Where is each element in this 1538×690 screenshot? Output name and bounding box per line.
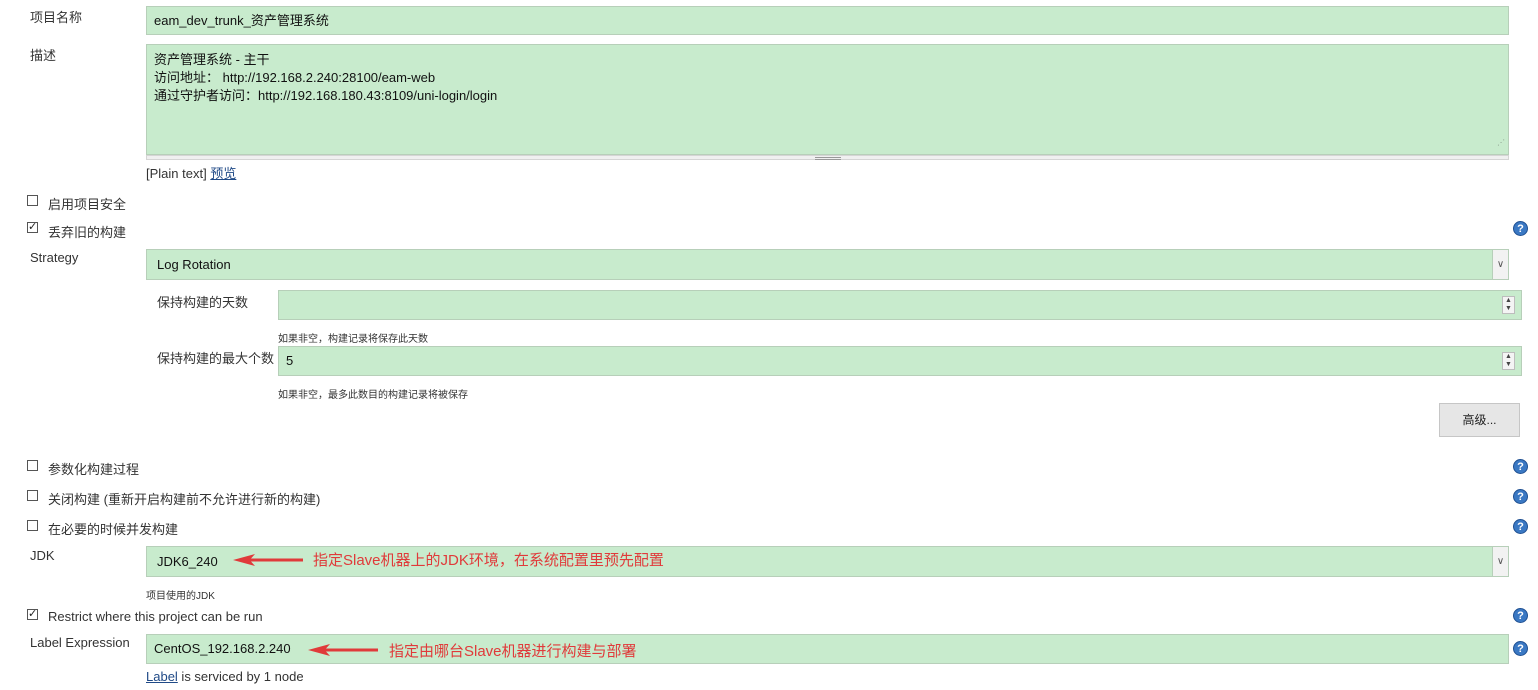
jdk-hint: 项目使用的JDK bbox=[146, 591, 215, 602]
description-line: 资产管理系统 - 主干 bbox=[154, 52, 270, 67]
description-textarea[interactable]: 资产管理系统 - 主干 访问地址： http://192.168.2.240:2… bbox=[146, 44, 1509, 155]
preview-link[interactable]: 预览 bbox=[210, 166, 236, 181]
discard-old-label: 丢弃旧的构建 bbox=[48, 225, 127, 240]
strategy-select[interactable]: Log Rotation ∨ bbox=[146, 249, 1509, 280]
max-builds-value: 5 bbox=[286, 353, 294, 368]
project-name-input[interactable]: eam_dev_trunk_资产管理系统 bbox=[146, 6, 1509, 35]
help-icon[interactable]: ? bbox=[1513, 489, 1528, 504]
resize-grip-icon[interactable]: ⋰ bbox=[1497, 134, 1505, 152]
disable-build-checkbox[interactable] bbox=[27, 490, 38, 501]
chevron-down-icon[interactable]: ∨ bbox=[1492, 547, 1508, 576]
restrict-label: Restrict where this project can be run bbox=[48, 609, 263, 624]
help-icon[interactable]: ? bbox=[1513, 608, 1528, 623]
concurrent-build-label: 在必要的时候并发构建 bbox=[48, 522, 179, 537]
plain-text-label: [Plain text] bbox=[146, 166, 207, 181]
help-icon[interactable]: ? bbox=[1513, 519, 1528, 534]
textarea-resize-bar[interactable] bbox=[146, 155, 1509, 160]
label-link[interactable]: Label bbox=[146, 669, 178, 684]
max-builds-label: 保持构建的最大个数 bbox=[157, 351, 275, 366]
description-line: 访问地址： http://192.168.2.240:28100/eam-web bbox=[154, 70, 436, 85]
discard-old-checkbox[interactable]: ✓ bbox=[27, 222, 38, 233]
restrict-checkbox[interactable]: ✓ bbox=[27, 609, 38, 620]
description-label: 描述 bbox=[30, 48, 57, 63]
jdk-label: JDK bbox=[30, 548, 55, 563]
label-expression-label: Label Expression bbox=[30, 635, 130, 650]
enable-security-checkbox[interactable] bbox=[27, 195, 38, 206]
project-name-label: 项目名称 bbox=[30, 10, 83, 25]
label-serviced-row: Label is serviced by 1 node bbox=[146, 669, 304, 684]
number-spinner-icon[interactable]: ▲ ▼ bbox=[1502, 352, 1515, 370]
days-to-keep-label: 保持构建的天数 bbox=[157, 295, 249, 310]
help-icon[interactable]: ? bbox=[1513, 459, 1528, 474]
number-spinner-icon[interactable]: ▲ ▼ bbox=[1502, 296, 1515, 314]
arrow-left-icon bbox=[308, 644, 378, 656]
label-expression-annotation: 指定由哪台Slave机器进行构建与部署 bbox=[389, 643, 637, 660]
strategy-label: Strategy bbox=[30, 250, 79, 265]
days-to-keep-input[interactable]: ▲ ▼ bbox=[278, 290, 1522, 320]
label-serviced-text: is serviced by 1 node bbox=[177, 669, 304, 684]
plain-text-row: [Plain text] 预览 bbox=[146, 163, 236, 182]
parameterized-checkbox[interactable] bbox=[27, 460, 38, 471]
description-line: 通过守护者访问：http://192.168.180.43:8109/uni-l… bbox=[154, 88, 498, 103]
max-builds-input[interactable]: 5 ▲ ▼ bbox=[278, 346, 1522, 376]
arrow-left-icon bbox=[233, 554, 303, 566]
enable-security-label: 启用项目安全 bbox=[48, 197, 127, 212]
days-to-keep-hint: 如果非空，构建记录将保存此天数 bbox=[278, 334, 428, 345]
max-builds-hint: 如果非空，最多此数目的构建记录将被保存 bbox=[278, 390, 468, 401]
concurrent-build-checkbox[interactable] bbox=[27, 520, 38, 531]
resize-handle-icon bbox=[815, 157, 841, 160]
advanced-button[interactable]: 高级... bbox=[1439, 403, 1520, 437]
parameterized-label: 参数化构建过程 bbox=[48, 462, 140, 477]
jdk-annotation: 指定Slave机器上的JDK环境，在系统配置里预先配置 bbox=[313, 552, 664, 569]
disable-build-label: 关闭构建 (重新开启构建前不允许进行新的构建) bbox=[48, 492, 321, 507]
chevron-down-icon[interactable]: ∨ bbox=[1492, 250, 1508, 279]
help-icon[interactable]: ? bbox=[1513, 641, 1528, 656]
strategy-value: Log Rotation bbox=[157, 257, 231, 272]
jdk-value: JDK6_240 bbox=[157, 554, 218, 569]
label-expression-value: CentOS_192.168.2.240 bbox=[154, 641, 291, 656]
help-icon[interactable]: ? bbox=[1513, 221, 1528, 236]
